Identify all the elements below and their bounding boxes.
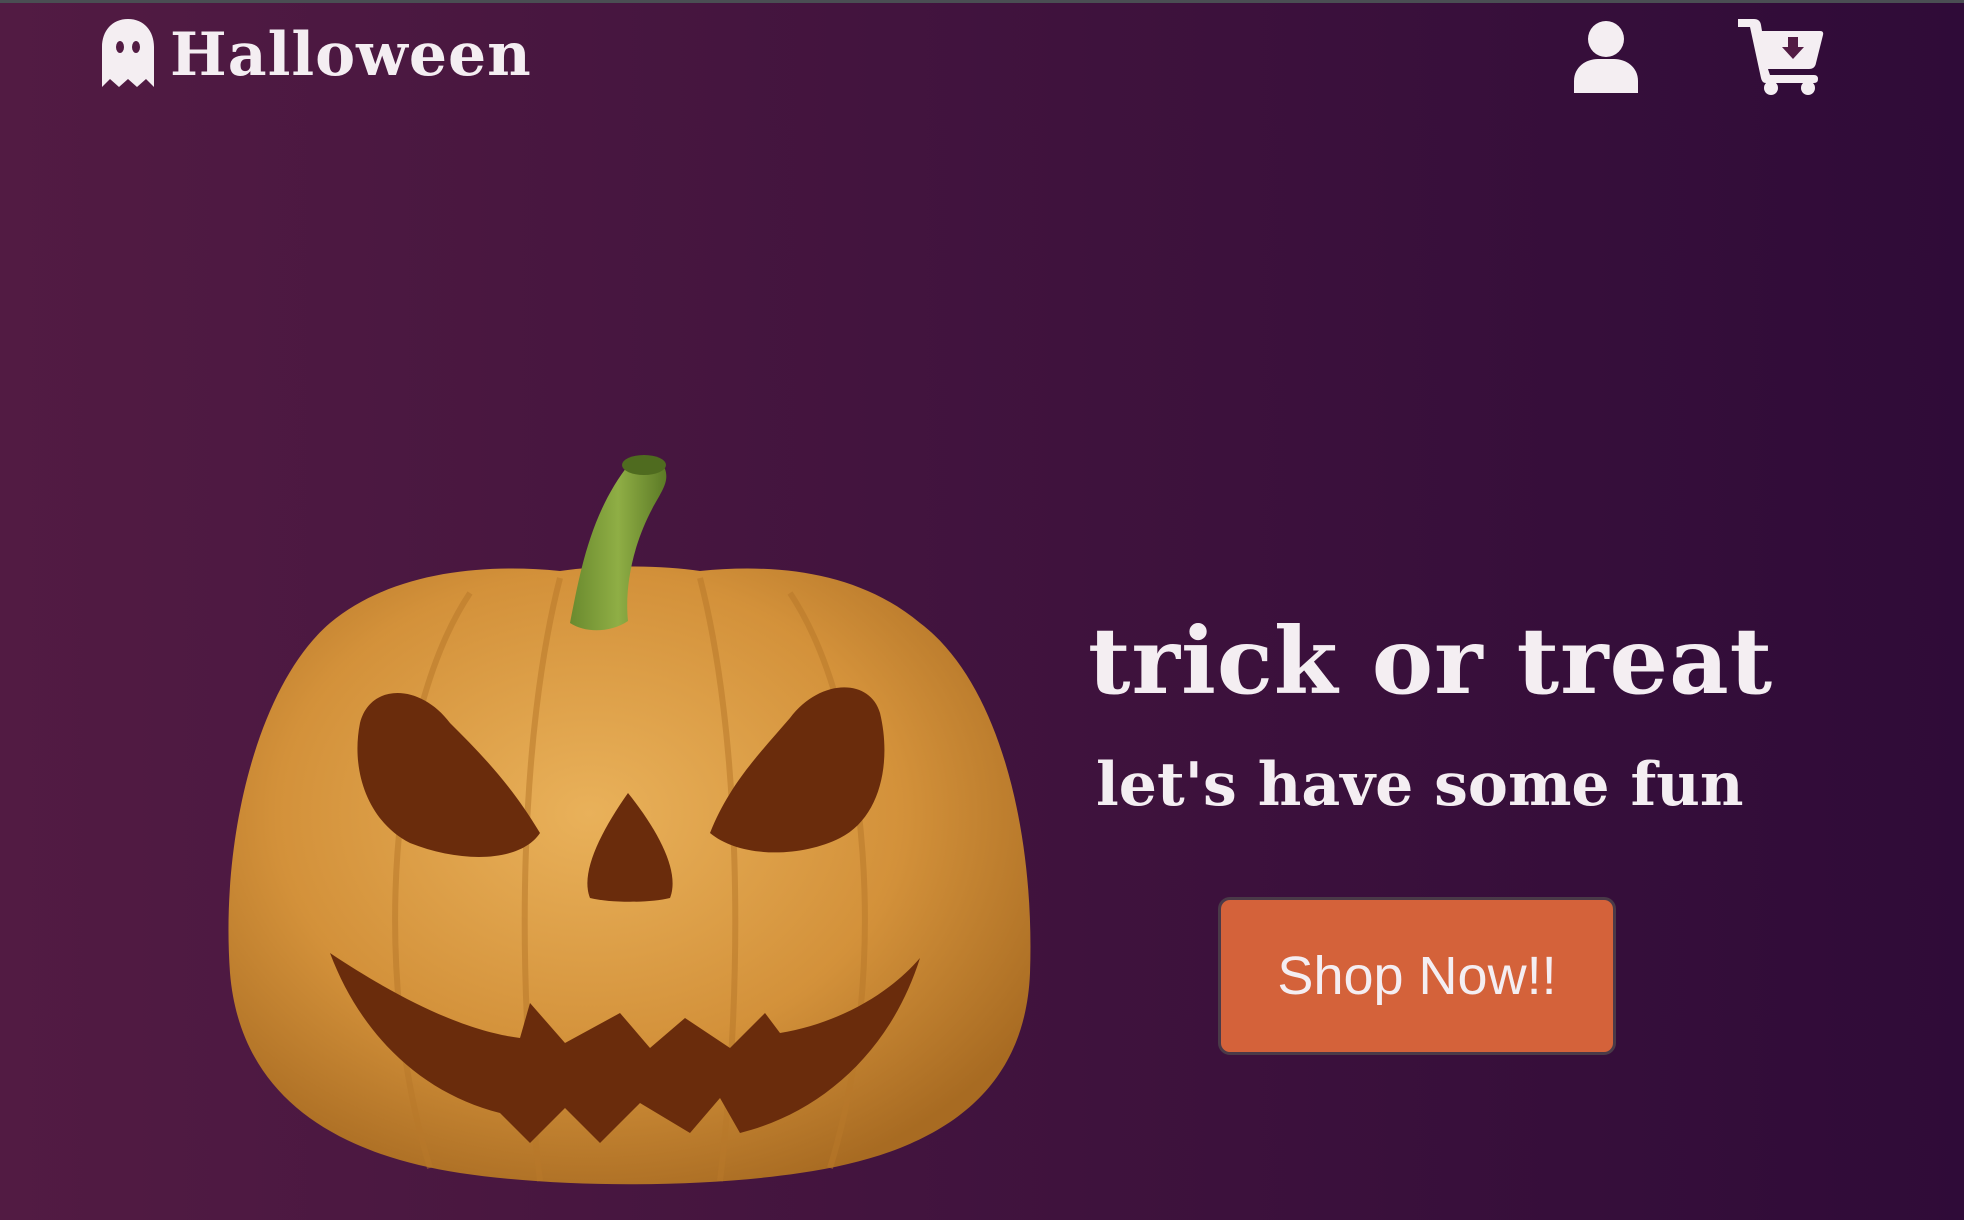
hero-title: trick or treat — [1088, 607, 1774, 715]
landing-page: Halloween trick or treat let's have some… — [0, 0, 1964, 1220]
shop-now-button[interactable]: Shop Now!! — [1218, 897, 1616, 1055]
hero-subtitle: let's have some fun — [1096, 750, 1744, 820]
ghost-icon — [102, 19, 154, 87]
logo-text: Halloween — [170, 20, 532, 90]
user-icon[interactable] — [1572, 19, 1640, 93]
jack-o-lantern-image — [228, 455, 1031, 1185]
logo-link[interactable]: Halloween — [100, 17, 532, 93]
cart-download-icon[interactable] — [1738, 17, 1824, 95]
